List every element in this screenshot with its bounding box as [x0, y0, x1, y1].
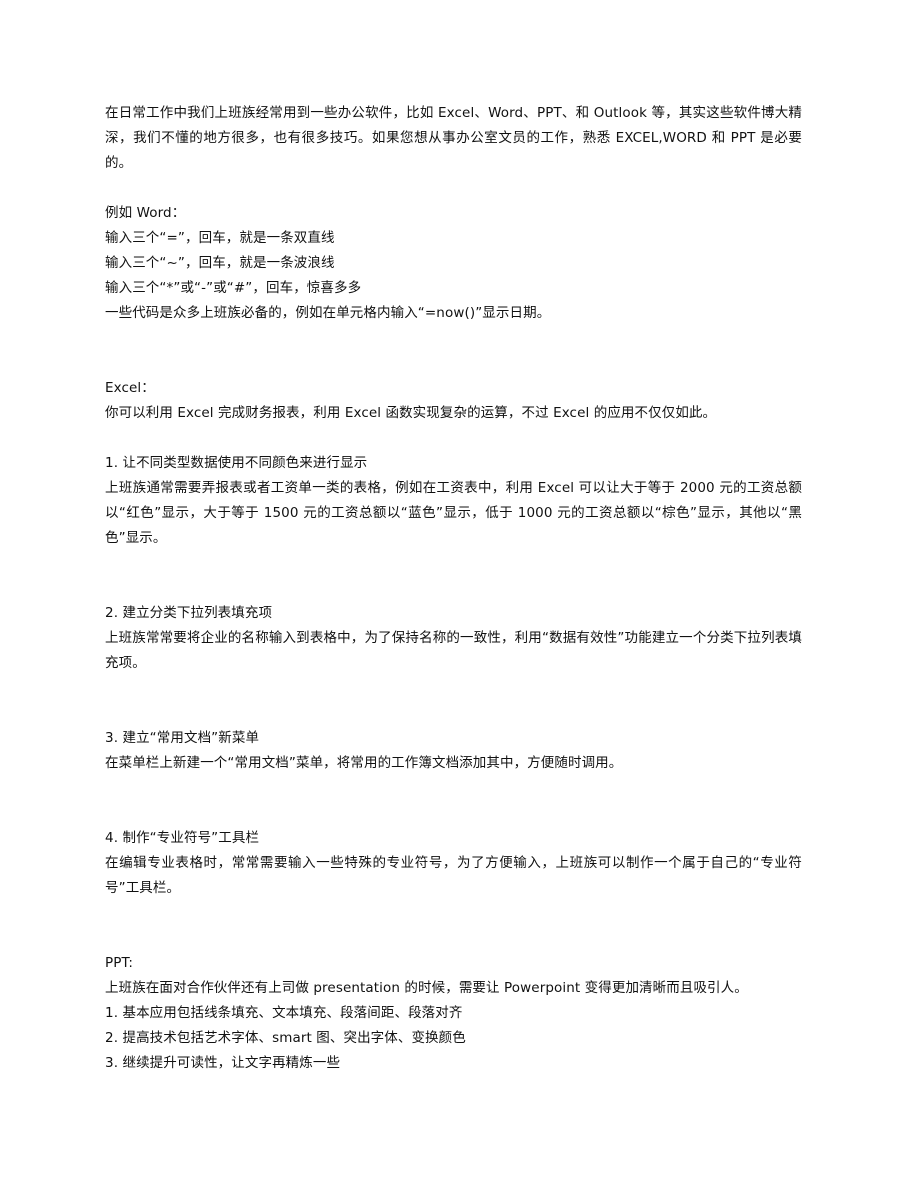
heading-excel: Excel： — [105, 380, 155, 396]
document-page: 在日常工作中我们上班族经常用到一些办公软件，比如 Excel、Word、PPT、… — [0, 0, 920, 1191]
paragraph-excel-tip-3: 在菜单栏上新建一个“常用文档”菜单，将常用的工作簿文档添加其中，方便随时调用。 — [105, 755, 623, 771]
heading-word: 例如 Word： — [105, 205, 186, 221]
line-ppt-tip-3: 3. 继续提升可读性，让文字再精炼一些 — [105, 1055, 341, 1071]
paragraph-excel-tip-4: 在编辑专业表格时，常常需要输入一些特殊的专业符号，为了方便输入，上班族可以制作一… — [105, 855, 802, 896]
heading-ppt: PPT: — [105, 955, 133, 971]
paragraph-excel-tip-1: 上班族通常需要弄报表或者工资单一类的表格，例如在工资表中，利用 Excel 可以… — [105, 480, 802, 546]
line-ppt-tip-1: 1. 基本应用包括线条填充、文本填充、段落间距、段落对齐 — [105, 1005, 463, 1021]
document-body: 在日常工作中我们上班族经常用到一些办公软件，比如 Excel、Word、PPT、… — [105, 101, 802, 1076]
paragraph-ppt-intro: 上班族在面对合作伙伴还有上司做 presentation 的时候，需要让 Pow… — [105, 980, 748, 996]
line-word-tip-4: 一些代码是众多上班族必备的，例如在单元格内输入“=now()”显示日期。 — [105, 305, 551, 321]
heading-excel-tip-1: 1. 让不同类型数据使用不同颜色来进行显示 — [105, 455, 368, 471]
paragraph-intro: 在日常工作中我们上班族经常用到一些办公软件，比如 Excel、Word、PPT、… — [105, 105, 802, 171]
paragraph-excel-intro: 你可以利用 Excel 完成财务报表，利用 Excel 函数实现复杂的运算，不过… — [105, 405, 717, 421]
line-word-tip-2: 输入三个“~”，回车，就是一条波浪线 — [105, 255, 335, 271]
paragraph-excel-tip-2: 上班族常常要将企业的名称输入到表格中，为了保持名称的一致性，利用“数据有效性”功… — [105, 630, 802, 671]
heading-excel-tip-3: 3. 建立“常用文档”新菜单 — [105, 730, 260, 746]
heading-excel-tip-4: 4. 制作“专业符号”工具栏 — [105, 830, 260, 846]
line-ppt-tip-2: 2. 提高技术包括艺术字体、smart 图、突出字体、变换颜色 — [105, 1030, 466, 1046]
heading-excel-tip-2: 2. 建立分类下拉列表填充项 — [105, 605, 273, 621]
line-word-tip-3: 输入三个“*”或“-”或“#”，回车，惊喜多多 — [105, 280, 362, 296]
line-word-tip-1: 输入三个“=”，回车，就是一条双直线 — [105, 230, 335, 246]
